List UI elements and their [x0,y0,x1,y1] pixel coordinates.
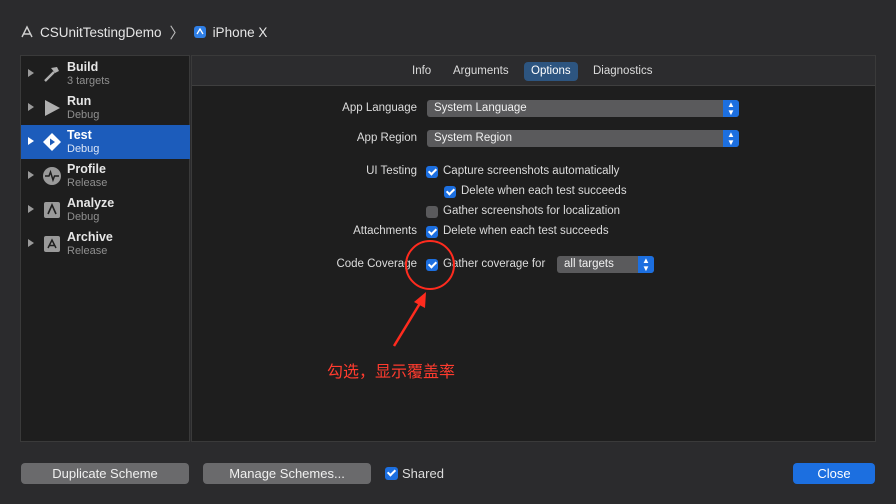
coverage-targets-value: all targets [564,258,614,270]
disclosure-triangle-icon[interactable] [28,137,34,145]
attachments-delete-checkbox[interactable] [426,226,438,238]
tab-info[interactable]: Info [405,62,438,81]
capture-screenshots-checkbox[interactable] [426,166,438,178]
archive-icon [44,236,60,252]
sidebar-item-profile[interactable]: Profile Release [21,159,190,193]
disclosure-triangle-icon[interactable] [28,171,34,179]
sidebar-item-title: Analyze [67,196,115,210]
ui-testing-label: UI Testing [366,165,417,177]
app-language-popup[interactable]: System Language ▲ ▼ [427,100,739,117]
sidebar-item-subtitle: 3 targets [67,75,110,87]
sidebar-item-title: Build [67,60,99,74]
sidebar-item-title: Archive [67,230,113,244]
hammer-icon [44,67,59,82]
capture-screenshots-label: Capture screenshots automatically [443,165,620,177]
gather-coverage-label: Gather coverage for [443,258,546,270]
sidebar-item-build[interactable]: Build 3 targets [21,57,190,91]
close-button[interactable]: Close [793,463,875,484]
device-name[interactable]: iPhone X [213,25,268,40]
sidebar-item-test[interactable]: Test Debug [21,125,190,159]
breadcrumb-separator: 〉 [169,24,185,42]
sidebar-item-subtitle: Debug [67,143,100,155]
analyze-icon [44,202,60,218]
sidebar-item-analyze[interactable]: Analyze Debug [21,193,190,227]
popup-chevrons-icon: ▲ ▼ [638,256,654,273]
project-name[interactable]: CSUnitTestingDemo [40,25,162,40]
app-language-label: App Language [342,102,417,114]
scheme-actions-sidebar: Build 3 targets Run Debug Test Debug Pro… [20,55,190,442]
tab-diagnostics[interactable]: Diagnostics [586,62,659,81]
sidebar-item-run[interactable]: Run Debug [21,91,190,125]
app-region-value: System Region [434,132,512,144]
sidebar-item-subtitle: Debug [67,109,100,121]
test-diamond-icon [43,133,61,151]
annotation-circle [405,240,455,290]
gather-screenshots-checkbox[interactable] [426,206,438,218]
disclosure-triangle-icon[interactable] [28,205,34,213]
disclosure-triangle-icon[interactable] [28,69,34,77]
sidebar-item-title: Profile [67,162,106,176]
tab-arguments[interactable]: Arguments [446,62,516,81]
sidebar-item-archive[interactable]: Archive Release [21,227,190,261]
app-language-value: System Language [434,102,527,114]
shared-label: Shared [402,466,444,481]
delete-when-succeeds-checkbox[interactable] [444,186,456,198]
attachments-delete-label: Delete when each test succeeds [443,225,609,237]
app-region-popup[interactable]: System Region ▲ ▼ [427,130,739,147]
attachments-label: Attachments [353,225,417,237]
annotation-arrow-icon [392,292,426,347]
delete-when-succeeds-label: Delete when each test succeeds [461,185,627,197]
duplicate-scheme-button[interactable]: Duplicate Scheme [21,463,189,484]
xcode-app-icon [21,25,33,38]
waveform-icon [43,167,61,185]
tab-options[interactable]: Options [524,62,578,81]
shared-checkbox[interactable] [385,467,398,480]
disclosure-triangle-icon[interactable] [28,103,34,111]
sidebar-item-title: Run [67,94,92,108]
popup-chevrons-icon: ▲ ▼ [723,130,739,147]
sidebar-item-title: Test [67,128,92,142]
code-coverage-label: Code Coverage [336,258,417,270]
popup-chevrons-icon: ▲ ▼ [723,100,739,117]
annotation-text: 勾选，显示覆盖率 [327,362,456,381]
app-region-label: App Region [356,132,417,144]
sidebar-item-subtitle: Release [67,177,108,189]
scheme-breadcrumb: CSUnitTestingDemo 〉 iPhone X [20,22,267,42]
gather-screenshots-label: Gather screenshots for localization [443,205,621,217]
manage-schemes-button[interactable]: Manage Schemes... [203,463,371,484]
tab-bar: Info Arguments Options Diagnostics [192,56,875,86]
simulator-device-icon [193,26,206,38]
scheme-options-panel: Info Arguments Options Diagnostics App L… [191,55,876,442]
disclosure-triangle-icon[interactable] [28,239,34,247]
sidebar-item-subtitle: Release [67,245,108,257]
sidebar-item-subtitle: Debug [67,211,100,223]
coverage-targets-popup[interactable]: all targets ▲ ▼ [557,256,654,273]
play-icon [45,100,60,116]
